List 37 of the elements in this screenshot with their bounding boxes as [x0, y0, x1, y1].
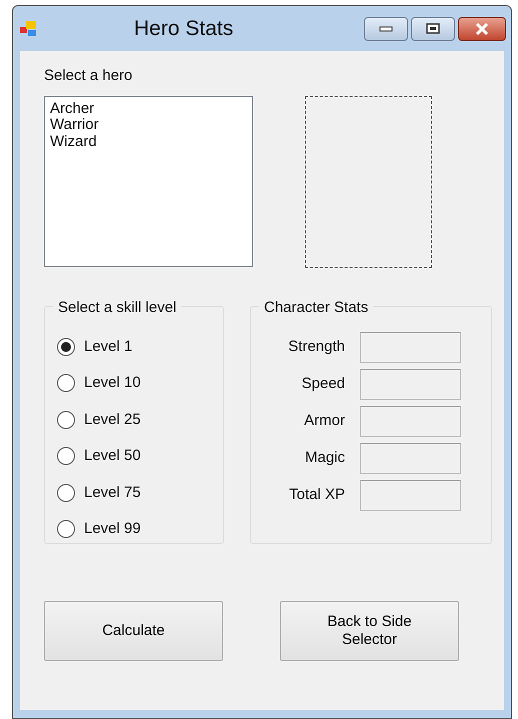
close-icon — [475, 22, 489, 34]
window-title: Hero Stats — [134, 16, 234, 42]
radio-label: Level 25 — [84, 410, 141, 430]
stat-label: Magic — [304, 448, 345, 468]
action-button[interactable]: Back to Side Selector — [280, 600, 459, 660]
hero-list-label: Select a hero — [44, 66, 134, 86]
maximize-icon — [426, 23, 440, 34]
app-icon — [20, 20, 38, 36]
radio-button[interactable] — [57, 338, 75, 356]
radio-label: Level 75 — [84, 482, 141, 502]
stat-label: Armor — [304, 410, 345, 431]
stat-label: Strength — [288, 336, 345, 357]
list-item[interactable]: Wizard — [50, 134, 247, 150]
stat-field[interactable] — [360, 406, 461, 436]
stat-label: Speed — [302, 374, 345, 394]
list-item[interactable]: Warrior — [50, 117, 247, 134]
radio-label: Level 10 — [84, 373, 141, 393]
close-button[interactable] — [458, 16, 506, 40]
stat-field[interactable] — [360, 442, 461, 474]
minimize-button[interactable] — [364, 16, 408, 40]
radio-button[interactable] — [57, 410, 75, 429]
minimize-icon — [379, 26, 393, 32]
radio-label: Level 1 — [84, 336, 132, 356]
radio-button[interactable] — [57, 520, 75, 538]
action-button[interactable]: Calculate — [44, 600, 223, 660]
maximize-button[interactable] — [411, 16, 455, 40]
radio-label: Level 50 — [84, 446, 141, 466]
radio-label: Level 99 — [84, 519, 141, 539]
radio-button[interactable] — [57, 374, 75, 392]
stat-label: Total XP — [289, 484, 345, 505]
hero-list[interactable]: Archer Warrior Wizard — [44, 96, 253, 266]
radio-button[interactable] — [57, 484, 75, 502]
list-item[interactable]: Archer — [50, 100, 247, 117]
stat-field[interactable] — [360, 368, 461, 400]
stat-field[interactable] — [360, 480, 461, 510]
stat-field[interactable] — [360, 332, 461, 362]
radio-button[interactable] — [57, 447, 75, 466]
